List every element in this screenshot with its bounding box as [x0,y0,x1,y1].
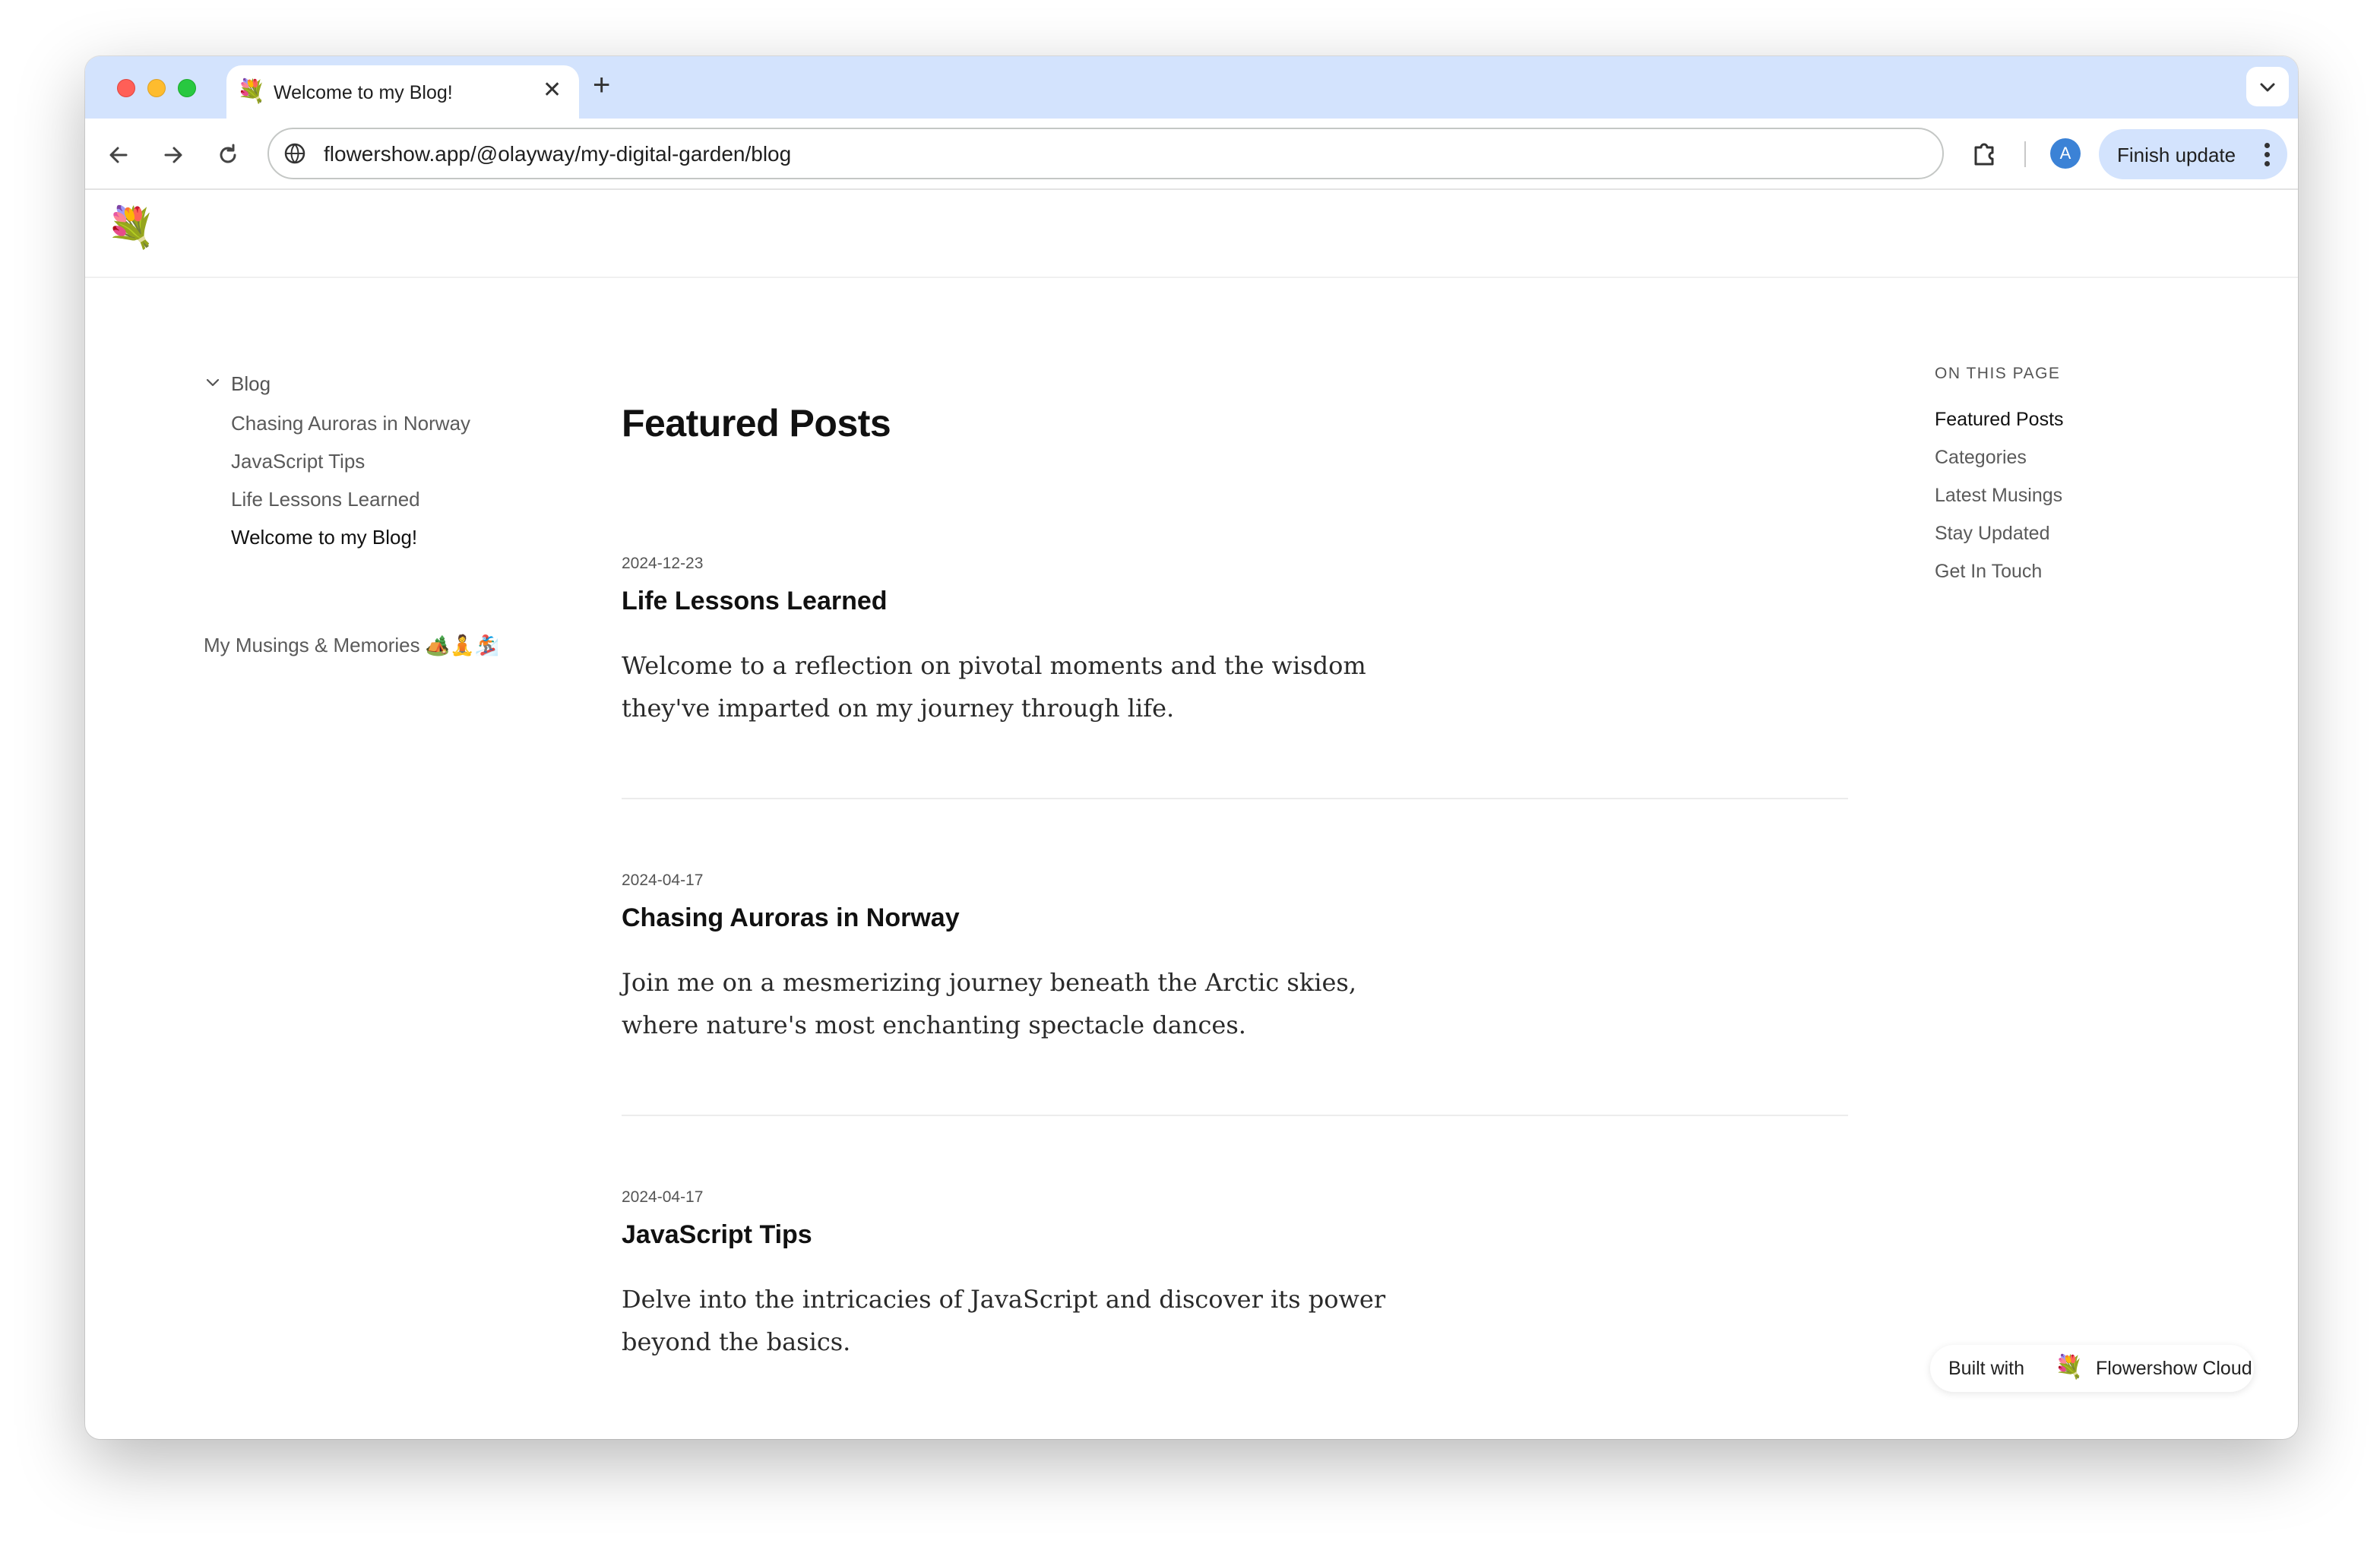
post-description: Welcome to a reflection on pivotal momen… [622,651,1366,723]
site-info-icon[interactable] [283,141,307,166]
tab-title: Welcome to my Blog! [274,82,453,103]
arrow-right-icon [164,147,182,163]
post-date: 2024-12-23 [622,555,704,572]
back-button[interactable] [100,135,137,172]
post-title-link[interactable]: Chasing Auroras in Norway [622,903,960,933]
tab-active[interactable]: 💐 Welcome to my Blog! ✕ [226,65,579,119]
toc-item-featured-posts[interactable]: Featured Posts [1935,409,2064,431]
post-description: Delve into the intricacies of JavaScript… [622,1285,1386,1356]
post-divider [622,1115,1848,1116]
toc-item-categories[interactable]: Categories [1935,447,2027,469]
toc-item-stay-updated[interactable]: Stay Updated [1935,523,2050,545]
finish-update-label: Finish update [2117,144,2236,166]
sidebar-section-label: Blog [231,372,271,395]
reload-button[interactable] [210,135,246,172]
toolbar-separator [2024,141,2026,167]
arrow-left-icon [109,147,128,163]
chevron-down-icon [2260,83,2275,92]
toc-item-get-in-touch[interactable]: Get In Touch [1935,561,2042,583]
post-date: 2024-04-17 [622,871,704,889]
reload-icon [220,144,236,163]
post-divider [622,798,1848,799]
sidebar-item-javascript-tips[interactable]: JavaScript Tips [231,450,365,473]
url-text: flowershow.app/@olayway/my-digital-garde… [324,142,792,166]
close-window-button[interactable] [117,79,135,97]
toc-item-latest-musings[interactable]: Latest Musings [1935,485,2062,507]
zoom-window-button[interactable] [178,79,196,97]
browser-toolbar: flowershow.app/@olayway/my-digital-garde… [85,119,2298,190]
profile-avatar[interactable]: A [2050,138,2081,169]
sidebar-item-welcome[interactable]: Welcome to my Blog! [231,526,417,549]
site-logo[interactable]: 💐 [106,205,156,251]
finish-update-button[interactable]: Finish update [2099,129,2287,179]
post-description: Join me on a mesmerizing journey beneath… [622,968,1356,1039]
sidebar-item-musings[interactable]: My Musings & Memories 🏕️🧘🏂 [204,634,499,657]
forward-button[interactable] [155,135,191,172]
new-tab-button[interactable]: + [593,68,610,102]
sidebar-item-chasing-auroras[interactable]: Chasing Auroras in Norway [231,412,470,435]
built-with-prefix: Built with [1948,1358,2025,1379]
browser-window: 💐 Welcome to my Blog! ✕ + flowershow.app… [85,56,2298,1439]
post-date: 2024-04-17 [622,1188,704,1206]
address-bar[interactable]: flowershow.app/@olayway/my-digital-garde… [267,128,1944,179]
tab-close-icon[interactable]: ✕ [543,79,562,102]
tab-favicon-icon: 💐 [237,79,266,104]
built-with-badge[interactable]: Built with 💐 Flowershow Cloud [1930,1345,2254,1392]
kebab-menu-icon[interactable] [2264,143,2271,170]
puzzle-icon[interactable] [1968,137,2002,170]
post-title-link[interactable]: JavaScript Tips [622,1220,812,1250]
flowershow-logo-icon: 💐 [2055,1355,2084,1380]
toc-heading: ON THIS PAGE [1935,365,2061,382]
chevron-down-icon[interactable] [204,374,222,392]
sidebar-item-life-lessons[interactable]: Life Lessons Learned [231,488,420,511]
site-header: 💐 [85,190,2298,278]
post-title-link[interactable]: Life Lessons Learned [622,587,888,616]
minimize-window-button[interactable] [147,79,166,97]
tab-strip: 💐 Welcome to my Blog! ✕ + [85,56,2298,119]
built-with-brand: Flowershow Cloud [2096,1358,2252,1379]
page-title: Featured Posts [622,402,891,444]
tab-search-button[interactable] [2246,67,2289,106]
